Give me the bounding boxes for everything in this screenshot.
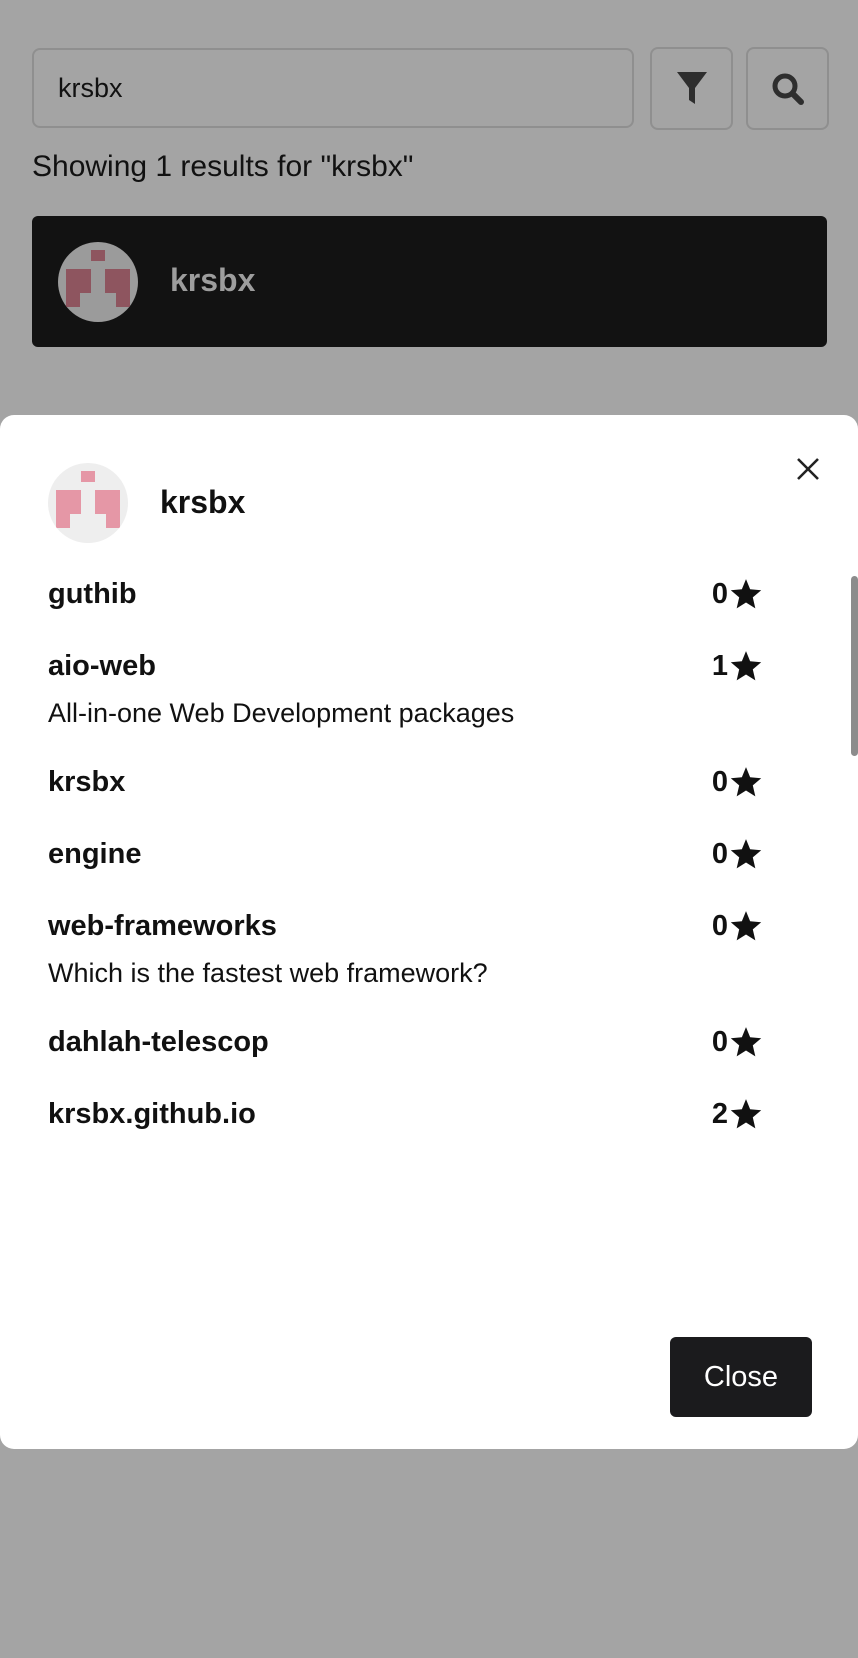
close-button[interactable]: Close — [670, 1337, 812, 1417]
user-modal: krsbx guthib 0 aio-web 1 All-in-one Web Deve… — [0, 415, 858, 1449]
repo-row: krsbx.github.io 2 — [48, 1093, 810, 1135]
repo-name[interactable]: aio-web — [48, 650, 156, 683]
identicon-avatar — [56, 471, 120, 528]
star-count: 0 — [711, 1025, 728, 1058]
repo-row: aio-web 1 — [48, 645, 810, 687]
repo-row: guthib 0 — [48, 573, 810, 615]
repo-item[interactable]: krsbx 0 — [0, 761, 858, 803]
repo-item[interactable]: engine 0 — [0, 833, 858, 875]
repo-row: engine 0 — [48, 833, 810, 875]
repo-item[interactable]: dahlah-telescop 0 — [0, 1021, 858, 1063]
star-count: 1 — [711, 649, 728, 682]
repo-stars: 0 — [712, 1021, 762, 1063]
repo-row: web-frameworks 0 — [48, 905, 810, 947]
search-icon — [772, 73, 804, 105]
user-result-card[interactable]: krsbx — [32, 216, 827, 347]
search-button[interactable] — [746, 47, 829, 130]
filter-icon — [676, 71, 707, 104]
repo-name[interactable]: engine — [48, 838, 141, 871]
modal-title: krsbx — [160, 484, 246, 520]
scrollbar[interactable] — [851, 576, 858, 756]
result-username: krsbx — [170, 262, 256, 298]
close-icon — [797, 458, 819, 480]
repo-name[interactable]: dahlah-telescop — [48, 1026, 269, 1059]
star-count: 0 — [711, 765, 728, 798]
repo-item[interactable]: aio-web 1 All-in-one Web Development packa… — [0, 645, 858, 731]
repo-item[interactable]: guthib 0 — [0, 573, 858, 615]
star-count: 2 — [711, 1097, 728, 1130]
repo-item[interactable]: krsbx.github.io 2 — [0, 1093, 858, 1135]
repo-description: All-in-one Web Development packages — [48, 698, 515, 728]
repo-name[interactable]: guthib — [48, 578, 137, 611]
repo-stars: 2 — [712, 1093, 762, 1135]
filter-button[interactable] — [650, 47, 733, 130]
repo-row: krsbx 0 — [48, 761, 810, 803]
modal-avatar — [48, 463, 128, 543]
star-count: 0 — [711, 577, 728, 610]
avatar — [58, 242, 138, 322]
star-icon — [730, 1098, 762, 1128]
star-icon — [730, 910, 762, 940]
star-icon — [730, 1026, 762, 1056]
repo-name[interactable]: krsbx — [48, 766, 125, 799]
star-count: 0 — [711, 909, 728, 942]
repo-item[interactable]: web-frameworks 0 Which is the fastest web … — [0, 905, 858, 991]
star-icon — [730, 650, 762, 680]
repo-stars: 0 — [712, 761, 762, 803]
repo-row: dahlah-telescop 0 — [48, 1021, 810, 1063]
results-summary: Showing 1 results for "krsbx" — [32, 150, 414, 183]
close-x-button[interactable] — [792, 453, 824, 485]
star-count: 0 — [711, 837, 728, 870]
repo-description: Which is the fastest web framework? — [48, 958, 488, 988]
star-icon — [730, 838, 762, 868]
repo-stars: 0 — [712, 833, 762, 875]
repo-stars: 0 — [712, 905, 762, 947]
star-icon — [730, 766, 762, 796]
search-input[interactable] — [32, 48, 634, 128]
identicon-avatar — [66, 250, 130, 307]
star-icon — [730, 578, 762, 608]
repo-name[interactable]: web-frameworks — [48, 910, 277, 943]
repo-stars: 0 — [712, 573, 762, 615]
repo-list[interactable]: guthib 0 aio-web 1 All-in-one Web Developmen… — [0, 573, 858, 1165]
repo-name[interactable]: krsbx.github.io — [48, 1098, 256, 1131]
repo-stars: 1 — [712, 645, 762, 687]
